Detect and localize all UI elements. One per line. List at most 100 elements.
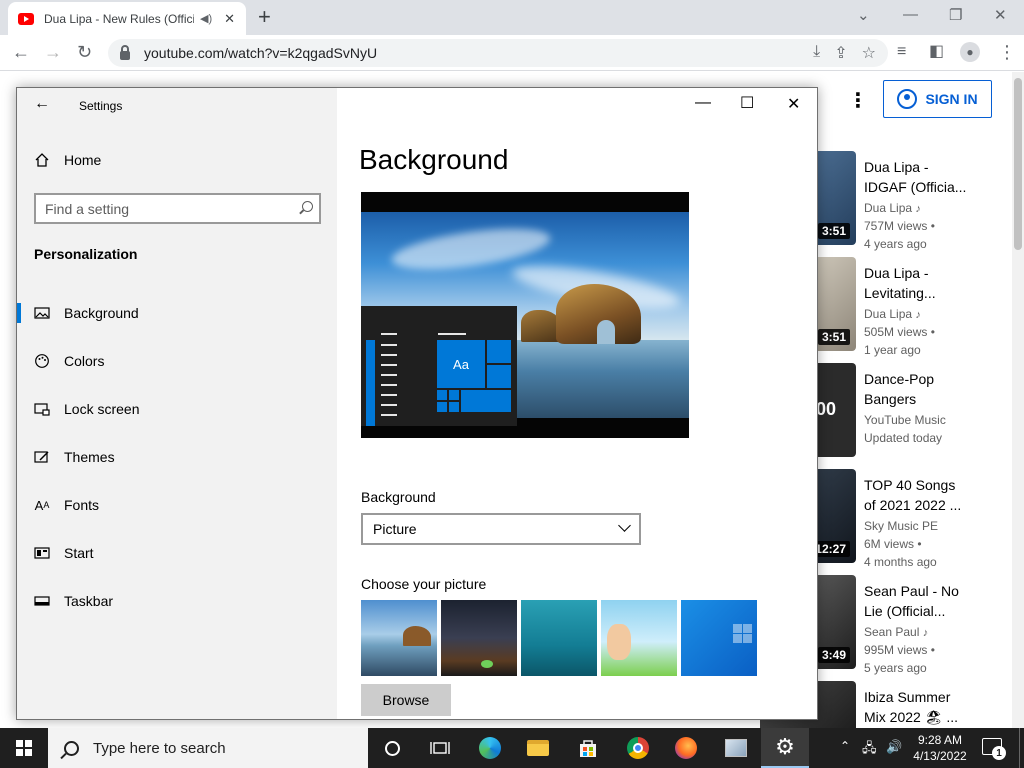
page-scrollbar[interactable]	[1012, 72, 1024, 728]
sidebar-item-label: Fonts	[64, 497, 100, 513]
browser-tab[interactable]: Dua Lipa - New Rules (Offici ◀) ✕	[8, 2, 246, 35]
clock-time: 9:28 AM	[917, 733, 963, 747]
volume-icon[interactable]: 🔊	[886, 739, 902, 755]
tab-audio-icon[interactable]: ◀)	[200, 12, 212, 25]
close-window-button[interactable]: ✕	[994, 6, 1007, 24]
preview-start-menu: Aa	[361, 306, 517, 426]
video-title[interactable]: Sean Paul - No Lie (Official...	[864, 581, 970, 621]
sidebar-item-lock-screen[interactable]: Lock screen	[17, 385, 337, 433]
minimize-button[interactable]: —	[903, 6, 918, 23]
channel-name[interactable]: YouTube Music	[864, 413, 946, 427]
control-panel-app[interactable]	[712, 728, 760, 768]
address-bar[interactable]: youtube.com/watch?v=k2qgadSvNyU ⤓ ⇪ ☆	[108, 39, 888, 67]
sidebar-item-background[interactable]: Background	[17, 289, 337, 337]
lock-icon[interactable]	[120, 44, 130, 60]
taskbar-icon	[34, 596, 50, 606]
search-icon[interactable]	[302, 201, 313, 212]
sidebar-item-start[interactable]: Start	[17, 529, 337, 577]
side-panel-icon[interactable]: ◧	[929, 41, 944, 63]
sidebar-item-label: Colors	[64, 353, 105, 369]
settings-window: ← Settings Home Find a setting Personali…	[16, 87, 818, 720]
sign-in-button[interactable]: SIGN IN	[883, 80, 992, 118]
bookmark-star-icon[interactable]: ☆	[862, 43, 876, 63]
media-control-icon[interactable]: ≡	[897, 41, 906, 63]
tab-close-button[interactable]: ✕	[224, 11, 235, 27]
video-title[interactable]: TOP 40 Songs of 2021 2022 ...	[864, 475, 970, 515]
chrome-menu-icon[interactable]: ⋮	[998, 41, 1016, 63]
restore-button[interactable]: ❐	[949, 6, 962, 24]
minimize-button[interactable]: —	[695, 94, 711, 112]
taskbar-clock[interactable]: 9:28 AM 4/13/2022	[908, 732, 972, 764]
file-explorer-app[interactable]	[514, 728, 562, 768]
edge-app[interactable]	[466, 728, 514, 768]
download-icon[interactable]: ⤓	[813, 43, 820, 63]
sidebar-item-colors[interactable]: Colors	[17, 337, 337, 385]
preview-tile-text: Aa	[437, 340, 485, 388]
page-title: Background	[359, 144, 509, 175]
start-icon	[34, 547, 50, 559]
picture-thumbnail[interactable]	[521, 600, 597, 676]
back-arrow-icon[interactable]: ←	[34, 95, 50, 113]
picture-thumbnail[interactable]	[681, 600, 757, 676]
find-setting-input[interactable]: Find a setting	[34, 193, 321, 224]
picture-thumbnail[interactable]	[441, 600, 517, 676]
youtube-more-icon[interactable]: ⋮	[848, 88, 868, 113]
sidebar-item-label: Lock screen	[64, 401, 140, 417]
lock-screen-icon	[34, 403, 50, 416]
picture-icon	[34, 307, 50, 319]
network-icon[interactable]: 🖧	[862, 739, 877, 761]
video-duration: 3:51	[817, 329, 850, 345]
channel-name[interactable]: Sky Music PE	[864, 519, 938, 533]
cortana-button[interactable]	[368, 728, 416, 768]
picture-thumbnail[interactable]	[361, 600, 437, 676]
channel-name[interactable]: Dua Lipa ♪	[864, 307, 921, 321]
url-text[interactable]: youtube.com/watch?v=k2qgadSvNyU	[144, 45, 377, 61]
home-label: Home	[64, 152, 102, 168]
share-icon[interactable]: ⇪	[834, 43, 847, 63]
browse-button[interactable]: Browse	[361, 684, 451, 716]
home-nav-item[interactable]: Home	[34, 152, 101, 168]
show-desktop-button[interactable]	[1019, 728, 1020, 768]
sidebar-item-themes[interactable]: Themes	[17, 433, 337, 481]
channel-name[interactable]: Sean Paul ♪	[864, 625, 928, 639]
chrome-app[interactable]	[614, 728, 662, 768]
scrollbar-thumb[interactable]	[1014, 78, 1022, 250]
video-duration: 3:49	[817, 647, 850, 663]
settings-sidebar: ← Settings Home Find a setting Personali…	[17, 88, 337, 719]
music-note-icon: ♪	[915, 309, 921, 321]
windows-taskbar: Type here to search ⚙ ⌃ 🖧 🔊 9:28 AM 4/13…	[0, 728, 1024, 768]
choose-picture-label: Choose your picture	[361, 576, 487, 592]
forward-arrow-icon[interactable]: →	[44, 41, 62, 63]
video-views: 505M views •	[864, 325, 935, 339]
settings-app[interactable]: ⚙	[761, 728, 809, 768]
background-type-label: Background	[361, 489, 436, 505]
cortana-circle-icon	[384, 740, 400, 756]
taskbar-search-box[interactable]: Type here to search	[48, 728, 368, 768]
start-button[interactable]	[0, 728, 48, 768]
background-type-dropdown[interactable]: Picture	[361, 513, 641, 545]
video-title[interactable]: Dua Lipa - IDGAF (Officia...	[864, 157, 970, 197]
close-button[interactable]: ✕	[787, 94, 800, 114]
sidebar-item-label: Taskbar	[64, 593, 114, 609]
video-title[interactable]: Ibiza Summer Mix 2022 🏖 ...	[864, 687, 970, 727]
music-note-icon: ♪	[922, 627, 929, 639]
chevron-up-icon[interactable]: ⌃	[840, 739, 850, 753]
sidebar-item-taskbar[interactable]: Taskbar	[17, 577, 337, 625]
maximize-button[interactable]: ☐	[740, 93, 754, 113]
back-arrow-icon[interactable]: ←	[12, 41, 30, 63]
tab-search-chevron-icon[interactable]: ⌄	[857, 6, 870, 24]
new-tab-button[interactable]: +	[258, 5, 271, 29]
video-title[interactable]: Dua Lipa - Levitating...	[864, 263, 970, 303]
firefox-app[interactable]	[662, 728, 710, 768]
folder-icon	[527, 740, 549, 756]
sidebar-item-fonts[interactable]: AA Fonts	[17, 481, 337, 529]
picture-thumbnail[interactable]	[601, 600, 677, 676]
sidebar-item-label: Themes	[64, 449, 115, 465]
video-title[interactable]: Dance-Pop Bangers	[864, 369, 970, 409]
profile-avatar-icon[interactable]: ●	[960, 42, 980, 62]
task-view-button[interactable]	[416, 728, 464, 768]
channel-name[interactable]: Dua Lipa ♪	[864, 201, 921, 215]
reload-icon[interactable]: ↻	[77, 41, 92, 63]
store-app[interactable]	[564, 728, 612, 768]
browser-tab-strip: Dua Lipa - New Rules (Offici ◀) ✕ + ⌄ — …	[0, 0, 1024, 35]
